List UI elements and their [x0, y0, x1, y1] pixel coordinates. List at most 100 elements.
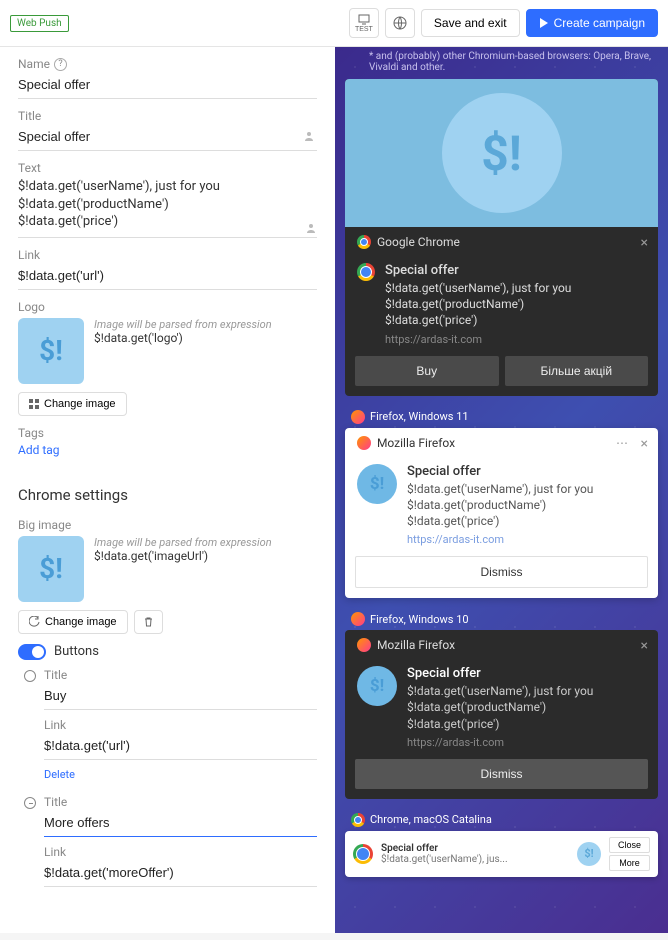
chromium-note: * and (probably) other Chromium-based br… — [369, 51, 658, 73]
buttons-toggle-label: Buttons — [54, 644, 99, 659]
btn2-title-input[interactable] — [44, 812, 317, 837]
bigimage-expression: $!data.get('imageUrl') — [94, 549, 272, 563]
preview-browser-name: Mozilla Firefox — [377, 436, 455, 450]
close-icon[interactable]: × — [641, 638, 648, 654]
preview-dismiss-button[interactable]: Dismiss — [355, 759, 648, 789]
preview-text: $!data.get('userName'), jus... — [381, 854, 569, 865]
firefox-icon — [351, 410, 365, 424]
btn1-link-label: Link — [44, 718, 317, 732]
logo-parse-note: Image will be parsed from expression — [94, 318, 272, 331]
button-entry-1: Title Link — [44, 668, 317, 760]
preview-text: $!data.get('userName'), just for you $!d… — [407, 683, 593, 732]
platform-chrome-mac: Chrome, macOS Catalina — [351, 813, 658, 827]
bigimage-preview: $! — [18, 536, 84, 602]
preview-firefox-w11: Mozilla Firefox ⋯ × $! Special offer $!d… — [345, 428, 658, 599]
btn2-link-input[interactable] — [44, 862, 317, 887]
preview-title: Special offer — [385, 263, 571, 278]
delete-bigimage-button[interactable] — [134, 610, 163, 634]
close-icon[interactable]: × — [641, 436, 648, 452]
tags-label: Tags — [18, 426, 317, 440]
badge-web-push: Web Push — [10, 15, 69, 32]
chrome-icon — [353, 844, 373, 864]
main-area: Name? Title Text $!data.get('userName'),… — [0, 47, 668, 933]
platform-firefox-w10: Firefox, Windows 10 — [351, 612, 658, 626]
chrome-icon — [357, 235, 371, 249]
add-tag-link[interactable]: Add tag — [18, 443, 60, 457]
preview-chrome-head: Google Chrome × — [345, 227, 658, 257]
platform-firefox-w11: Firefox, Windows 11 — [351, 410, 658, 424]
buttons-toggle[interactable] — [18, 644, 46, 660]
preview-title: Special offer — [407, 464, 593, 479]
text-input[interactable]: $!data.get('userName'), just for you $!d… — [18, 178, 317, 238]
name-label: Name? — [18, 57, 317, 71]
link-input[interactable] — [18, 265, 317, 290]
clock-icon — [24, 797, 36, 809]
firefox-icon — [357, 436, 371, 450]
preview-logo: $! — [357, 464, 397, 504]
play-icon — [539, 18, 549, 28]
test-label: TEST — [355, 26, 373, 33]
globe-button[interactable] — [385, 8, 415, 38]
close-icon[interactable]: × — [641, 235, 648, 251]
bullet-icon — [24, 670, 36, 682]
btn2-link-label: Link — [44, 845, 317, 859]
preview-hero-image: $! — [345, 79, 658, 227]
more-icon[interactable]: ⋯ — [616, 436, 628, 450]
bigimage-label: Big image — [18, 518, 317, 532]
button-entry-2: Title Link — [44, 795, 317, 887]
preview-url: https://ardas-it.com — [407, 533, 593, 546]
bigimage-parse-note: Image will be parsed from expression — [94, 536, 272, 549]
preview-browser-name: Mozilla Firefox — [377, 638, 455, 652]
btn2-title-label: Title — [44, 795, 317, 809]
chrome-settings-title: Chrome settings — [18, 486, 317, 504]
title-label: Title — [18, 109, 317, 123]
refresh-icon — [29, 616, 40, 627]
field-title: Title — [18, 109, 317, 151]
preview-logo: $! — [357, 666, 397, 706]
preview-dismiss-button[interactable]: Dismiss — [355, 556, 648, 588]
title-input[interactable] — [18, 126, 317, 151]
field-tags: Tags Add tag — [18, 426, 317, 458]
dollar-icon: $! — [39, 334, 63, 367]
persona-icon[interactable] — [303, 130, 315, 146]
change-bigimage-button[interactable]: Change image — [18, 610, 128, 634]
preview-text: $!data.get('userName'), just for you $!d… — [385, 280, 571, 329]
delete-button-link[interactable]: Delete — [44, 768, 317, 781]
trash-icon — [143, 616, 154, 627]
logo-label: Logo — [18, 300, 317, 314]
field-text: Text $!data.get('userName'), just for yo… — [18, 161, 317, 238]
topbar: Web Push TEST Save and exit Create campa… — [0, 0, 668, 47]
save-exit-button[interactable]: Save and exit — [421, 9, 520, 37]
dollar-icon: $! — [39, 552, 63, 585]
preview-logo: $! — [577, 842, 601, 866]
preview-more-button[interactable]: Більше акцій — [505, 356, 649, 386]
test-button[interactable]: TEST — [349, 8, 379, 38]
btn1-title-input[interactable] — [44, 685, 317, 710]
globe-icon — [393, 16, 407, 30]
preview-title: Special offer — [381, 843, 569, 854]
btn1-link-input[interactable] — [44, 735, 317, 760]
firefox-icon — [357, 638, 371, 652]
help-icon[interactable]: ? — [54, 58, 67, 71]
logo-preview: $! — [18, 318, 84, 384]
field-name: Name? — [18, 57, 317, 99]
dollar-icon: $! — [442, 93, 562, 213]
preview-close-button[interactable]: Close — [609, 837, 650, 853]
preview-buy-button[interactable]: Buy — [355, 356, 499, 386]
preview-firefox-w10: Mozilla Firefox × $! Special offer $!dat… — [345, 630, 658, 799]
btn1-title-label: Title — [44, 668, 317, 682]
create-campaign-label: Create campaign — [554, 16, 645, 30]
field-link: Link — [18, 248, 317, 290]
text-label: Text — [18, 161, 317, 175]
buttons-toggle-row: Buttons — [18, 644, 317, 660]
preview-more-button[interactable]: More — [609, 855, 650, 871]
preview-url: https://ardas-it.com — [385, 333, 571, 346]
field-logo: Logo $! Image will be parsed from expres… — [18, 300, 317, 416]
change-logo-button[interactable]: Change image — [18, 392, 127, 416]
firefox-icon — [351, 612, 365, 626]
create-campaign-button[interactable]: Create campaign — [526, 9, 658, 37]
name-input[interactable] — [18, 74, 317, 99]
chrome-small-icon — [357, 263, 375, 281]
preview-title: Special offer — [407, 666, 593, 681]
preview-firefox-actions: Dismiss — [345, 759, 658, 799]
